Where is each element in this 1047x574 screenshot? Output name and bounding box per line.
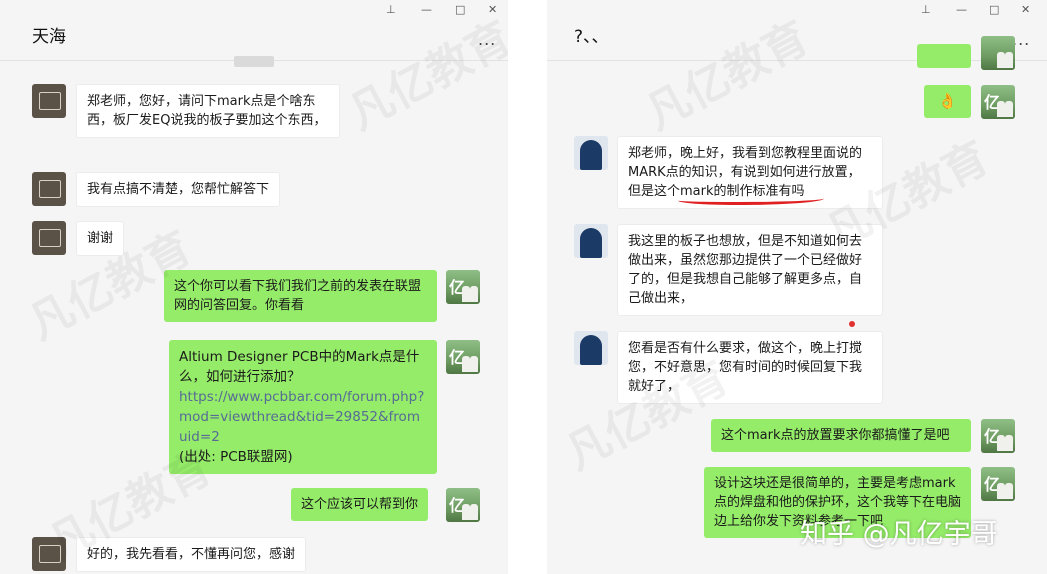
message-bubble: 好的，我先看看，不懂再问您，感谢 (76, 537, 307, 572)
message-bubble: 您看是否有什么要求，做这个，晚上打搅您，不好意思，您有时间的时候回复下我就好了， (617, 331, 883, 404)
link-source: (出处: PCB联盟网) (179, 449, 293, 465)
message-bubble: 这个应该可以帮到你 (291, 488, 429, 521)
avatar[interactable]: 亿 (981, 85, 1015, 119)
message-bubble: 这个mark点的放置要求你都搞懂了是吧 (711, 419, 971, 452)
message-bubble: 我有点搞不清楚，您帮忙解答下 (76, 172, 281, 207)
close-icon[interactable]: ✕ (1021, 3, 1030, 16)
avatar[interactable] (32, 84, 66, 118)
red-dot-annotation (849, 321, 855, 327)
avatar[interactable]: 亿 (981, 419, 1015, 453)
minimize-icon[interactable]: — (956, 3, 967, 16)
minimize-icon[interactable]: — (421, 3, 432, 16)
pin-icon[interactable]: ⊥ (386, 3, 396, 16)
avatar[interactable]: 亿 (446, 340, 480, 374)
pin-icon[interactable]: ⊥ (921, 3, 931, 16)
link-title: Altium Designer PCB中的Mark点是什么，如何进行添加？ (179, 349, 420, 385)
chat-window-left: 天海 ⊥ — □ ✕ ... 郑老师，您好，请问下mark点是个啥东西，板厂发E… (0, 0, 508, 574)
avatar[interactable]: 亿 (981, 467, 1015, 501)
emoji-bubble: 👌 (924, 85, 971, 118)
chat-title: ?、、 (574, 27, 609, 47)
message-bubble-partial (917, 44, 971, 68)
avatar[interactable] (574, 331, 608, 365)
footer-watermark: 知乎 @凡亿宇哥 (800, 519, 998, 550)
avatar[interactable] (981, 36, 1015, 70)
message-bubble-link: Altium Designer PCB中的Mark点是什么，如何进行添加？ ht… (169, 340, 437, 474)
avatar[interactable] (574, 136, 608, 170)
timestamp-chip (234, 56, 274, 67)
title-bar: 天海 ⊥ — □ ✕ ... (0, 0, 508, 61)
maximize-icon[interactable]: □ (989, 3, 999, 16)
avatar[interactable] (32, 221, 66, 255)
maximize-icon[interactable]: □ (455, 3, 465, 16)
avatar[interactable] (32, 537, 66, 571)
close-icon[interactable]: ✕ (488, 3, 497, 16)
chat-title: 天海 (32, 27, 66, 47)
more-options-icon[interactable]: ... (478, 30, 496, 49)
forum-link[interactable]: https://www.pcbbar.com/forum.php?mod=vie… (179, 387, 427, 447)
avatar[interactable]: 亿 (446, 488, 480, 522)
avatar[interactable] (574, 224, 608, 258)
avatar[interactable] (32, 172, 66, 206)
avatar[interactable]: 亿 (446, 270, 480, 304)
message-bubble: 我这里的板子也想放，但是不知道如何去做出来，虽然您那边提供了一个已经做好了的，但… (617, 224, 883, 316)
message-bubble: 郑老师，您好，请问下mark点是个啥东西，板厂发EQ说我的板子要加这个东西， (76, 84, 340, 138)
title-bar: ?、、 ⊥ — □ ✕ ... (547, 0, 1047, 61)
message-bubble: 这个你可以看下我们我们之前的发表在联盟网的问答回复。你看看 (164, 270, 437, 322)
chat-window-right: ?、、 ⊥ — □ ✕ ... 亿 👌 郑老师，晚上好，我看到您教程里面说的MA… (547, 0, 1047, 574)
message-bubble: 谢谢 (76, 221, 125, 256)
